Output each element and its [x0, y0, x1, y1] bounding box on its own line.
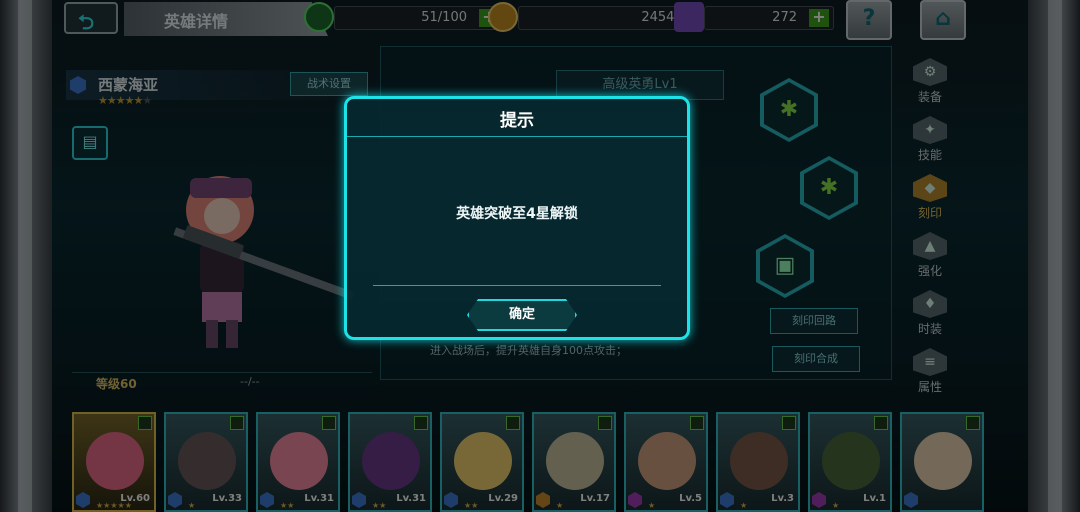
dialog-header: 提示: [347, 99, 687, 137]
dialog-message: 英雄突破至4星解锁: [456, 206, 578, 222]
confirm-button[interactable]: 确定: [467, 299, 577, 331]
hint-dialog: 提示 英雄突破至4星解锁 确定: [344, 96, 690, 340]
dialog-title: 提示: [500, 111, 534, 131]
dialog-divider: [373, 285, 661, 286]
